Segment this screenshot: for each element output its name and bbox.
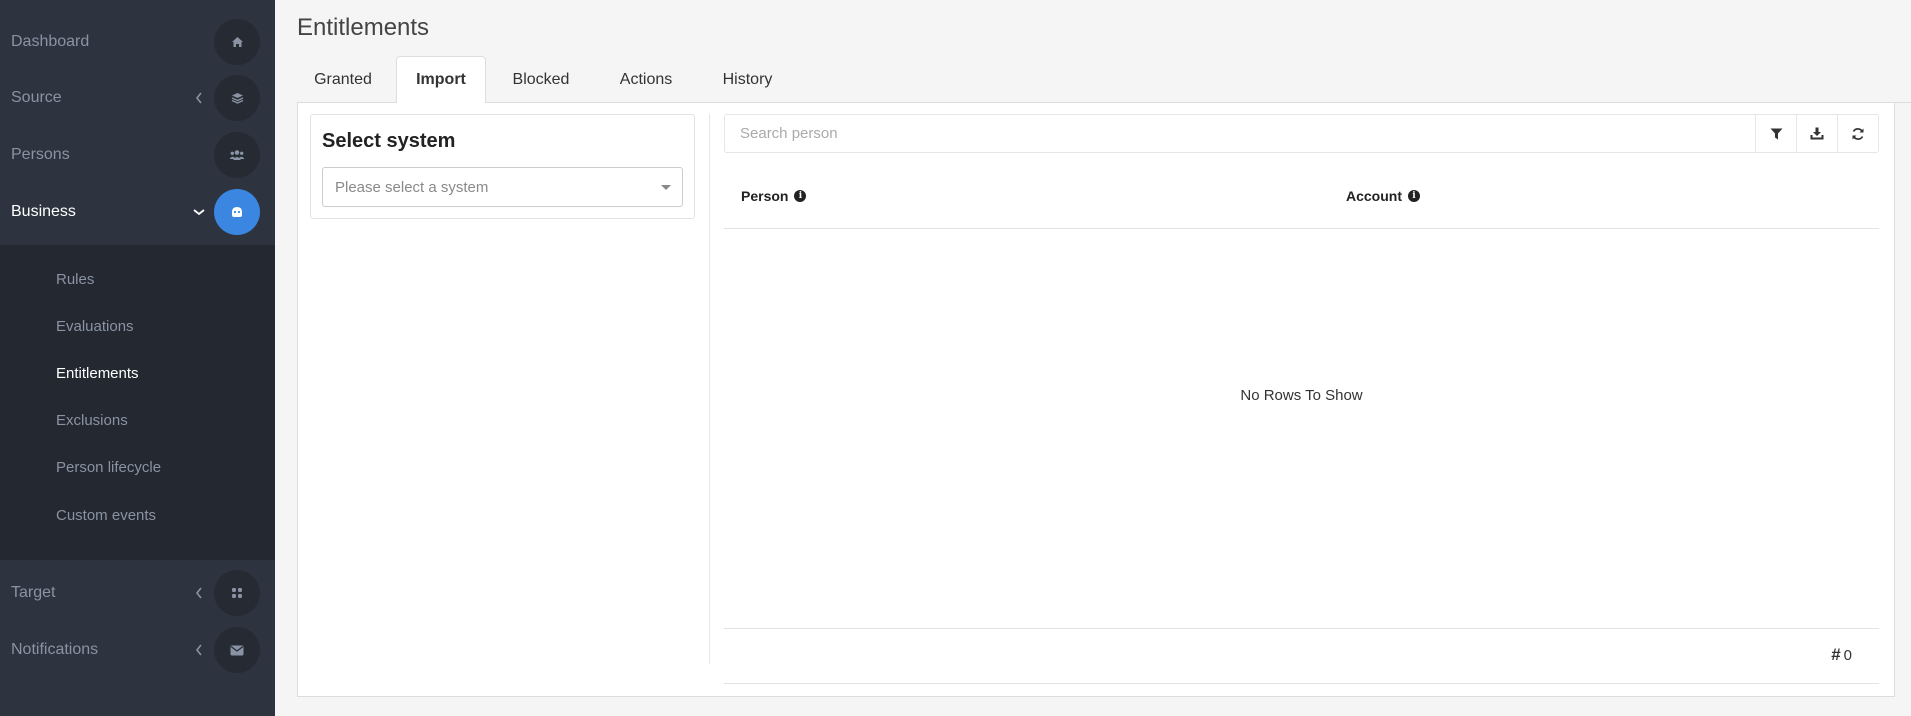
tab-import[interactable]: Import — [396, 56, 486, 104]
submenu-item-person-lifecycle[interactable]: Person lifecycle — [56, 459, 161, 476]
row-count-value: 0 — [1843, 646, 1852, 664]
system-select[interactable]: Please select a system — [322, 167, 683, 207]
nav-item-notifications[interactable]: Notifications — [0, 622, 275, 678]
nav-label: Persons — [11, 146, 70, 163]
grid-footer: # 0 — [724, 628, 1879, 684]
chevron-left-icon — [192, 91, 206, 105]
column-header-person[interactable]: Person i — [741, 188, 807, 204]
layers-icon — [214, 75, 260, 121]
users-icon — [214, 132, 260, 178]
nav-item-persons[interactable]: Persons — [0, 127, 275, 183]
grid-header: Person i Account i — [724, 170, 1879, 229]
filter-button[interactable] — [1755, 115, 1796, 152]
submenu-item-entitlements[interactable]: Entitlements — [56, 365, 139, 382]
submenu-item-exclusions[interactable]: Exclusions — [56, 412, 128, 429]
sidebar: Dashboard Source Persons Business Rules … — [0, 0, 275, 716]
column-label: Account — [1346, 188, 1402, 204]
search-bar — [724, 114, 1879, 153]
filter-icon — [1770, 128, 1782, 139]
nav-label: Target — [11, 584, 56, 601]
hash-icon: # — [1831, 645, 1841, 664]
tab-actions[interactable]: Actions — [598, 56, 694, 103]
page-title: Entitlements — [297, 14, 430, 41]
system-select-placeholder: Please select a system — [335, 179, 489, 196]
info-icon: i — [1408, 190, 1420, 202]
tab-blocked[interactable]: Blocked — [492, 56, 590, 103]
search-input[interactable] — [725, 115, 1755, 152]
chevron-down-icon — [192, 205, 206, 219]
tab-granted[interactable]: Granted — [297, 56, 389, 103]
info-icon: i — [794, 190, 807, 202]
refresh-button[interactable] — [1837, 115, 1878, 152]
nav-label: Dashboard — [11, 33, 90, 50]
nav-item-source[interactable]: Source — [0, 70, 275, 126]
column-header-account[interactable]: Account i — [1346, 188, 1420, 204]
chevron-left-icon — [192, 586, 206, 600]
business-icon — [214, 189, 260, 235]
caret-down-icon — [661, 185, 671, 190]
nav-label: Notifications — [11, 641, 99, 658]
select-system-heading: Select system — [322, 130, 456, 152]
submenu-item-rules[interactable]: Rules — [56, 271, 94, 288]
home-icon — [214, 19, 260, 65]
panel-divider[interactable] — [709, 114, 710, 664]
download-icon — [1810, 127, 1824, 140]
nav-label: Source — [11, 89, 62, 106]
tab-history[interactable]: History — [701, 56, 794, 103]
download-button[interactable] — [1796, 115, 1837, 152]
no-rows-message: No Rows To Show — [1240, 387, 1363, 404]
row-count: # 0 — [1831, 645, 1852, 665]
submenu-item-custom-events[interactable]: Custom events — [56, 507, 156, 524]
envelope-icon — [214, 627, 260, 673]
submenu-item-evaluations[interactable]: Evaluations — [56, 318, 134, 335]
apps-icon — [214, 570, 260, 616]
business-submenu: Rules Evaluations Entitlements Exclusion… — [0, 245, 275, 560]
nav-item-business[interactable]: Business — [0, 184, 275, 240]
column-label: Person — [741, 188, 789, 204]
tab-bar: Granted Import Blocked Actions History — [297, 56, 1911, 104]
select-system-panel: Select system Please select a system — [310, 114, 695, 219]
chevron-left-icon — [192, 643, 206, 657]
nav-label: Business — [11, 203, 76, 220]
refresh-icon — [1852, 127, 1864, 140]
nav-item-target[interactable]: Target — [0, 565, 275, 621]
nav-item-dashboard[interactable]: Dashboard — [0, 14, 275, 70]
